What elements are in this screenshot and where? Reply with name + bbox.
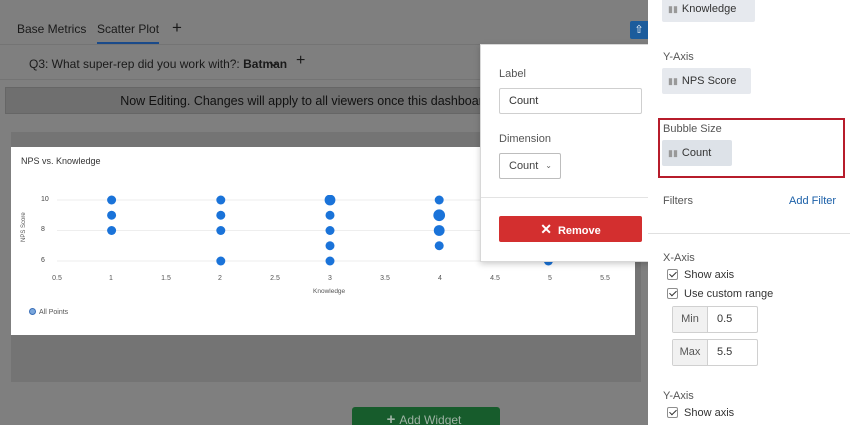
data-point[interactable] — [434, 241, 444, 251]
max-value: 5.5 — [717, 346, 733, 358]
chevron-down-icon[interactable]: ⌄ — [266, 54, 280, 70]
x-tick: 5.5 — [600, 275, 610, 282]
add-filter-link[interactable]: Add Filter — [789, 195, 836, 207]
custom-range-checkbox[interactable]: Use custom range — [667, 288, 773, 300]
data-point[interactable] — [107, 210, 117, 220]
data-point[interactable] — [216, 195, 226, 205]
y-axis-caption: Y-Axis — [663, 51, 694, 63]
upload-icon[interactable]: ⇧ — [630, 21, 648, 39]
x-axis-label: Knowledge — [313, 288, 346, 295]
popover-divider — [481, 197, 656, 198]
data-point[interactable] — [325, 256, 335, 266]
y-axis-caption-2: Y-Axis — [663, 390, 694, 402]
data-point[interactable] — [325, 241, 335, 251]
y-field-pill[interactable]: ▮▮ NPS Score — [662, 68, 751, 94]
checkbox-checked-icon — [667, 288, 678, 299]
min-label: Min — [673, 307, 708, 332]
remove-button[interactable]: ✕ Remove — [499, 216, 642, 242]
x-tick: 2.5 — [270, 275, 280, 282]
bar-chart-icon: ▮▮ — [668, 76, 678, 86]
y-tick: 10 — [41, 196, 49, 203]
tab-base-metrics[interactable]: Base Metrics — [17, 22, 86, 36]
tab-bar: Base Metrics Scatter Plot + ⇧ — [0, 0, 648, 44]
x-tick: 1 — [109, 275, 113, 282]
chevron-down-icon: ⌄ — [545, 161, 552, 170]
data-point[interactable] — [434, 195, 444, 205]
data-point[interactable] — [107, 226, 117, 235]
custom-range-label: Use custom range — [684, 288, 774, 300]
bubble-field-pill[interactable]: ▮▮ Count — [662, 140, 732, 166]
settings-panel: ▮▮ Knowledge Y-Axis ▮▮ NPS Score Bubble Si… — [648, 0, 850, 425]
x-tick: 3 — [328, 275, 332, 282]
add-tab-button[interactable]: + — [172, 18, 182, 38]
x-axis-caption: X-Axis — [663, 252, 695, 264]
bubble-field-label: Count — [681, 147, 712, 159]
bubble-size-caption: Bubble Size — [663, 123, 722, 135]
filter-question: Q3: What super-rep did you work with?: — [29, 57, 240, 71]
checkbox-checked-icon — [667, 407, 678, 418]
y-tick: 6 — [41, 257, 45, 264]
add-widget-label: Add Widget — [399, 413, 462, 425]
x-tick: 5 — [548, 275, 552, 282]
filter-chip[interactable]: Q3: What super-rep did you work with?: B… — [29, 57, 287, 71]
tab-scatter-plot[interactable]: Scatter Plot — [97, 22, 160, 44]
max-field[interactable]: Max 5.5 — [672, 339, 758, 366]
label-caption: Label — [499, 68, 526, 80]
data-point[interactable] — [216, 256, 226, 266]
data-point[interactable] — [216, 226, 226, 235]
label-input[interactable]: Count — [499, 88, 642, 114]
data-point[interactable] — [216, 210, 226, 220]
y-tick: 8 — [41, 226, 45, 233]
x-tick: 4.5 — [490, 275, 500, 282]
x-field-pill[interactable]: ▮▮ Knowledge — [662, 0, 755, 22]
x-tick: 4 — [438, 275, 442, 282]
panel-divider — [648, 233, 850, 234]
data-point[interactable] — [324, 195, 336, 206]
x-tick: 2 — [218, 275, 222, 282]
add-filter-icon[interactable]: + — [296, 52, 305, 70]
legend-label: All Points — [39, 309, 69, 316]
data-point[interactable] — [433, 209, 446, 222]
dimension-value: Count — [509, 160, 539, 172]
legend-dot-icon — [29, 308, 36, 315]
x-tick: 1.5 — [161, 275, 171, 282]
bubble-size-popover: Label Count Dimension Count ⌄ ✕ Remove — [480, 44, 657, 262]
close-icon: ✕ — [540, 221, 552, 237]
remove-label: Remove — [557, 225, 601, 237]
x-tick: 3.5 — [380, 275, 390, 282]
data-point[interactable] — [433, 225, 445, 236]
y-field-label: NPS Score — [681, 75, 737, 87]
add-widget-button[interactable]: + Add Widget — [352, 407, 500, 425]
bar-chart-icon: ▮▮ — [668, 4, 678, 14]
dimension-caption: Dimension — [499, 133, 551, 145]
max-label: Max — [673, 340, 708, 365]
y-axis-label: NPS Score — [21, 212, 27, 242]
widget-title: NPS vs. Knowledge — [21, 156, 101, 166]
data-point[interactable] — [107, 195, 117, 205]
show-y-axis-checkbox[interactable]: Show axis — [667, 407, 734, 419]
plus-icon: + — [386, 411, 396, 425]
x-field-label: Knowledge — [681, 3, 737, 15]
data-point[interactable] — [325, 226, 335, 235]
bar-chart-icon: ▮▮ — [668, 148, 678, 158]
show-axis-label-2: Show axis — [684, 407, 735, 419]
x-tick: 0.5 — [52, 275, 62, 282]
filters-caption: Filters — [663, 195, 693, 207]
show-x-axis-checkbox[interactable]: Show axis — [667, 269, 734, 281]
data-point[interactable] — [325, 210, 335, 220]
min-value: 0.5 — [717, 313, 733, 325]
chart-legend[interactable]: All Points — [29, 308, 68, 316]
min-field[interactable]: Min 0.5 — [672, 306, 758, 333]
dimension-select[interactable]: Count ⌄ — [499, 153, 561, 179]
checkbox-checked-icon — [667, 269, 678, 280]
show-axis-label: Show axis — [684, 269, 735, 281]
